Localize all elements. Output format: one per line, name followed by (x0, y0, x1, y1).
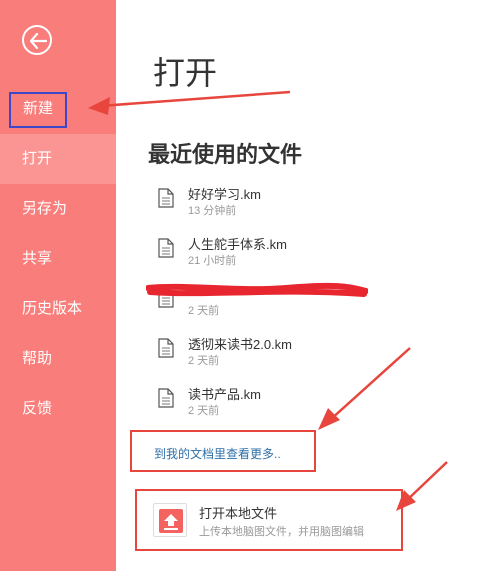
arrow-to-upload (396, 461, 448, 511)
arrow-to-new (88, 90, 291, 115)
annotation-arrows (88, 90, 448, 511)
arrow-to-more (318, 347, 411, 430)
